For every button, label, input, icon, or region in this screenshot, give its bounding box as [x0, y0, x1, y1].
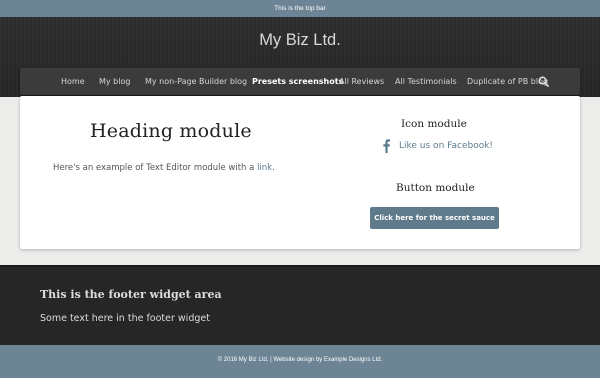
top-bar-text: This is the top bar [274, 5, 326, 12]
nav-item-non-page-builder-blog[interactable]: My non-Page Builder blog [145, 68, 247, 95]
icon-module-title: Icon module [401, 118, 467, 130]
bottom-bar: © 2016 My Biz Ltd. | Website design by E… [0, 345, 600, 378]
text-editor-text: Here's an example of Text Editor module … [53, 163, 258, 173]
nav-item-all-reviews[interactable]: All Reviews [339, 68, 384, 95]
site-title[interactable]: My Biz Ltd. [0, 31, 600, 50]
heading-module: Heading module [90, 120, 252, 142]
nav-item-presets-screenshots[interactable]: Presets screenshots [252, 68, 343, 95]
text-editor-module: Here's an example of Text Editor module … [53, 163, 275, 173]
secret-sauce-button[interactable]: Click here for the secret sauce [370, 207, 499, 229]
footer-widget-area: This is the footer widget area Some text… [0, 265, 600, 345]
main-content: Heading module Here's an example of Text… [20, 96, 580, 249]
facebook-label[interactable]: Like us on Facebook! [399, 141, 493, 151]
footer-widget-text: Some text here in the footer widget [40, 313, 210, 324]
nav-item-all-testimonials[interactable]: All Testimonials [395, 68, 457, 95]
nav-item-home[interactable]: Home [61, 68, 85, 95]
search-icon[interactable] [538, 76, 549, 87]
button-module-title: Button module [396, 182, 475, 194]
facebook-link[interactable]: Like us on Facebook! [381, 138, 493, 154]
footer-widget-title: This is the footer widget area [40, 288, 222, 301]
facebook-icon[interactable] [381, 139, 391, 153]
copyright-text: © 2016 My Biz Ltd. | Website design by E… [217, 357, 383, 363]
nav-item-my-blog[interactable]: My blog [99, 68, 130, 95]
nav-item-duplicate-pb-blog[interactable]: Duplicate of PB blog [467, 68, 548, 95]
site-header: My Biz Ltd. Home My blog My non-Page Bui… [0, 17, 600, 97]
top-bar: This is the top bar [0, 0, 600, 17]
text-editor-link[interactable]: link [257, 163, 272, 173]
text-editor-period: . [272, 163, 275, 173]
main-navigation: Home My blog My non-Page Builder blog Pr… [20, 68, 580, 95]
